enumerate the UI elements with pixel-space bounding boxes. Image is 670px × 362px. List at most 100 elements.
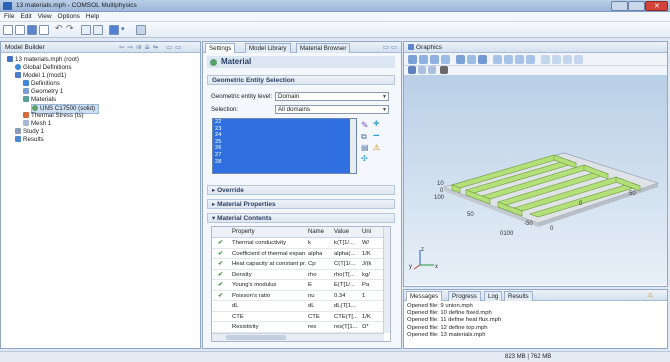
lighting-icon[interactable] [563, 55, 572, 64]
zoom-in-icon[interactable] [419, 55, 428, 64]
layout-icon[interactable] [136, 25, 146, 35]
tree-thermal-stress[interactable]: Thermal Stress (ts) [23, 112, 84, 120]
list-item[interactable]: 23 [213, 126, 356, 133]
material-properties-section[interactable]: ▸ Material Properties [207, 199, 395, 209]
message-line: Opened file: 9 union.mph [407, 303, 473, 309]
triad-label-y: y [409, 264, 412, 270]
copy-selection-icon[interactable]: ⧉ [361, 132, 367, 142]
selection-select[interactable]: All domains [275, 105, 389, 114]
model-builder-nav-icons[interactable]: ⇦⇨⇉⇊⇋ ▭▭ [119, 42, 184, 53]
menu-options[interactable]: Options [58, 12, 80, 22]
table-row[interactable]: CTE CTE CTE(T[... 1/K [212, 312, 384, 322]
material-browser-icon[interactable] [93, 25, 103, 35]
wireframe-icon[interactable] [552, 55, 561, 64]
select-pointer-icon[interactable]: ✎ [361, 120, 369, 131]
model-library-icon[interactable] [81, 25, 91, 35]
menu-view[interactable]: View [38, 12, 52, 22]
table-row[interactable]: ✔ Coefficient of thermal expan... alpha alp… [212, 249, 384, 259]
cell-name: k [308, 240, 311, 246]
table-vscrollbar[interactable] [383, 227, 390, 333]
maximize-button[interactable] [628, 1, 645, 11]
paste-selection-icon[interactable]: ▤ [361, 143, 369, 152]
table-row[interactable]: Resistivity res res(T[1... Ω* [212, 322, 384, 333]
zoom-out-icon[interactable] [430, 55, 439, 64]
table-row[interactable]: ✔ Young's modulus E E(T[1/... Pa [212, 280, 384, 291]
zoom-box-icon[interactable] [408, 55, 417, 64]
zoom-selection-icon[interactable]: ✣ [361, 154, 368, 163]
graphics-canvas[interactable]: 10 0 100 50 0 -50 50 0 0100 z y x [404, 75, 667, 285]
tree-root[interactable]: 13 materials.mph (root) [7, 56, 79, 64]
zoom-extents-icon[interactable] [441, 55, 450, 64]
table-hscrollbar[interactable] [212, 333, 384, 341]
print-icon[interactable] [39, 25, 49, 35]
clear-icon[interactable] [428, 66, 436, 74]
tree-model-1[interactable]: Model 1 (mod1) [15, 72, 66, 80]
ges-section-header[interactable]: Geometric Entity Selection [207, 75, 395, 85]
table-row[interactable]: ✔ Density rho rho(T[... kg/ [212, 270, 384, 280]
tree-materials[interactable]: Materials [23, 96, 56, 104]
transparency-icon[interactable] [541, 55, 550, 64]
view-xy-icon[interactable] [493, 55, 502, 64]
compute-icon[interactable] [109, 25, 119, 35]
save-icon[interactable] [27, 25, 37, 35]
table-row[interactable]: dL dL dL(T[1... [212, 301, 384, 312]
table-row[interactable]: ✔ Thermal conductivity k k(T[1/... W/ [212, 238, 384, 249]
tab-model-library[interactable]: Model Library [245, 43, 291, 53]
screenshot-icon[interactable] [440, 66, 448, 74]
override-section[interactable]: ▸ Override [207, 185, 395, 195]
tree-study-1[interactable]: Study 1 [15, 128, 44, 136]
tree-definitions[interactable]: Definitions [23, 80, 60, 88]
remove-from-selection-icon[interactable]: − [373, 130, 379, 142]
selection-mode-icon[interactable] [408, 66, 416, 74]
redo-icon[interactable]: ↷ [66, 23, 76, 33]
list-item[interactable]: 25 [213, 139, 356, 146]
list-item[interactable]: 28 [213, 159, 356, 166]
table-row[interactable]: ✔ Poisson's ratio nu 0.34 1 [212, 291, 384, 301]
menu-file[interactable]: File [4, 12, 14, 22]
menu-edit[interactable]: Edit [20, 12, 31, 22]
add-to-selection-icon[interactable]: + [373, 118, 379, 130]
new-file-icon[interactable] [3, 25, 13, 35]
list-item[interactable]: 24 [213, 132, 356, 139]
tab-progress[interactable]: Progress [448, 291, 481, 301]
material-contents-section[interactable]: ▾ Material Contents [207, 213, 395, 223]
select-icon[interactable] [478, 55, 487, 64]
open-file-icon[interactable] [15, 25, 25, 35]
tab-log[interactable]: Log [484, 291, 503, 301]
undo-icon[interactable]: ↶ [55, 23, 65, 33]
domain-selection-list[interactable]: 22 23 24 25 26 27 28 [212, 118, 357, 174]
hscroll-thumb[interactable] [226, 335, 286, 340]
box-select-icon[interactable] [418, 66, 426, 74]
view-yz-icon[interactable] [504, 55, 513, 64]
tab-material-browser[interactable]: Material Browser [296, 43, 351, 53]
windows-dropdown-icon[interactable]: ▾ [121, 25, 134, 35]
status-check-icon: ✔ [218, 240, 223, 246]
view-zx-icon[interactable] [515, 55, 524, 64]
close-window-button[interactable]: ✕ [645, 1, 668, 11]
render-icon[interactable] [574, 55, 583, 64]
tree-mesh-1[interactable]: Mesh 1 [23, 120, 51, 128]
cell-name: nu [308, 292, 315, 299]
panel-window-controls-icon[interactable]: ▭ ▭ [383, 42, 397, 53]
list-scrollbar[interactable] [350, 119, 356, 173]
table-row[interactable]: ✔ Heat capacity at constant pr... Cp C(T[1/… [212, 259, 384, 270]
list-item[interactable]: 26 [213, 145, 356, 152]
tab-results[interactable]: Results [504, 291, 533, 301]
tree-global-definitions[interactable]: Global Definitions [15, 64, 72, 72]
view-3d-icon[interactable] [526, 55, 535, 64]
entity-level-select[interactable]: Domain [275, 92, 389, 101]
list-item[interactable]: 22 [213, 119, 356, 126]
tab-messages[interactable]: Messages [406, 291, 443, 301]
rotate-icon[interactable] [456, 55, 465, 64]
tree-results[interactable]: Results [15, 136, 44, 144]
minimize-button[interactable] [611, 1, 628, 11]
clear-selection-icon[interactable]: ⚠ [373, 143, 380, 152]
tree-geometry-1[interactable]: Geometry 1 [23, 88, 63, 96]
tab-settings[interactable]: Settings [205, 43, 236, 53]
menu-help[interactable]: Help [86, 12, 99, 22]
study-icon [15, 128, 21, 134]
clear-messages-icon[interactable]: ⚠ [647, 290, 653, 301]
pan-icon[interactable] [467, 55, 476, 64]
graphics-icon [408, 44, 414, 50]
list-item[interactable]: 27 [213, 152, 356, 159]
